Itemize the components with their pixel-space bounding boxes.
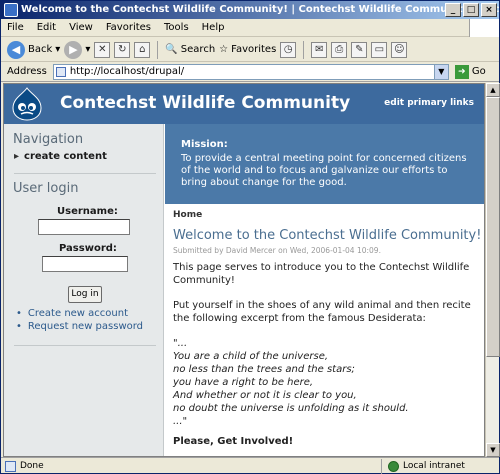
breadcrumb[interactable]: Home bbox=[173, 210, 476, 220]
drupal-logo-icon[interactable] bbox=[9, 86, 45, 122]
address-dropdown-icon[interactable]: ▼ bbox=[433, 64, 448, 79]
menu-help[interactable]: Help bbox=[202, 22, 225, 33]
site-name[interactable]: Contechst Wildlife Community bbox=[60, 93, 350, 113]
messenger-icon[interactable]: ☺ bbox=[391, 41, 408, 58]
status-zone: Local intranet bbox=[381, 458, 465, 474]
quote-line: And whether or not it is clear to you, bbox=[173, 390, 357, 401]
quote-line: no less than the trees and the stars; bbox=[173, 364, 355, 375]
sidebar-divider bbox=[14, 173, 156, 174]
menu-favorites[interactable]: Favorites bbox=[106, 22, 151, 33]
site-header: Contechst Wildlife Community edit primar… bbox=[4, 84, 484, 124]
toolbar-separator bbox=[303, 40, 305, 59]
lead-paragraph: Put yourself in the shoes of any wild an… bbox=[173, 300, 471, 324]
menu-edit[interactable]: Edit bbox=[37, 22, 56, 33]
username-field[interactable] bbox=[38, 219, 130, 235]
zone-text: Local intranet bbox=[403, 461, 465, 471]
menu-bar: File Edit View Favorites Tools Help bbox=[1, 19, 499, 37]
history-icon[interactable]: ◷ bbox=[280, 41, 297, 58]
browser-window: Welcome to the Contechst Wildlife Commun… bbox=[0, 0, 500, 474]
minimize-button[interactable]: _ bbox=[445, 3, 461, 17]
edit-primary-links[interactable]: edit primary links bbox=[384, 98, 474, 108]
stop-icon[interactable]: ✕ bbox=[94, 41, 111, 58]
star-icon: ☆ bbox=[219, 44, 229, 55]
favorites-label: Favorites bbox=[231, 44, 277, 55]
address-label: Address bbox=[7, 66, 47, 77]
ie-icon bbox=[4, 3, 18, 17]
request-password-link[interactable]: Request new password bbox=[16, 321, 143, 332]
back-arrow-icon: ◀ bbox=[7, 40, 25, 59]
status-left: Done bbox=[1, 460, 381, 472]
toolbar: ◀ Back ▾ ▶ ▾ ✕ ↻ ⌂ 🔍 Search ☆ Favorites … bbox=[1, 38, 499, 62]
status-text: Done bbox=[20, 461, 44, 471]
user-login-title: User login bbox=[13, 181, 79, 196]
forward-arrow-icon: ▶ bbox=[64, 40, 83, 59]
page-done-icon bbox=[5, 460, 16, 472]
login-button[interactable]: Log in bbox=[68, 286, 102, 303]
menu-tools[interactable]: Tools bbox=[164, 22, 189, 33]
discuss-icon[interactable]: ▭ bbox=[371, 41, 388, 58]
quote-line: You are a child of the universe, bbox=[173, 351, 329, 362]
mission-box: Mission: To provide a central meeting po… bbox=[165, 124, 484, 204]
submitted-info: Submitted by David Mercer on Wed, 2006-0… bbox=[173, 246, 381, 255]
quote-line: "... bbox=[173, 338, 188, 349]
back-label: Back bbox=[28, 44, 53, 55]
toolbar-separator bbox=[157, 40, 159, 59]
password-label: Password: bbox=[59, 243, 117, 254]
quote-line: no doubt the universe is unfolding as it… bbox=[173, 403, 409, 414]
page-viewport: Contechst Wildlife Community edit primar… bbox=[3, 83, 485, 457]
go-button[interactable]: ➜ Go bbox=[454, 64, 486, 79]
edit-icon[interactable]: ✎ bbox=[351, 41, 368, 58]
maximize-button[interactable]: □ bbox=[463, 3, 479, 17]
forward-button[interactable]: ▶ ▾ bbox=[64, 40, 90, 59]
go-label: Go bbox=[471, 66, 486, 77]
window-title: Welcome to the Contechst Wildlife Commun… bbox=[21, 4, 499, 15]
search-label: Search bbox=[180, 44, 216, 55]
mission-text: To provide a central meeting point for c… bbox=[181, 153, 467, 188]
menu-file[interactable]: File bbox=[7, 22, 24, 33]
close-button[interactable]: × bbox=[481, 3, 497, 17]
intro-paragraph: This page serves to introduce you to the… bbox=[173, 262, 470, 286]
search-icon: 🔍 bbox=[165, 44, 178, 55]
quote-line: ..." bbox=[173, 416, 188, 427]
password-field[interactable] bbox=[42, 256, 128, 272]
forward-dropdown-icon[interactable]: ▾ bbox=[85, 44, 90, 55]
nav-create-content[interactable]: create content bbox=[14, 151, 107, 162]
page-icon bbox=[55, 66, 66, 77]
menu-view[interactable]: View bbox=[69, 22, 93, 33]
title-bar: Welcome to the Contechst Wildlife Commun… bbox=[1, 1, 499, 19]
navigation-title: Navigation bbox=[13, 132, 84, 147]
vertical-scrollbar[interactable]: ▲ ▼ bbox=[485, 83, 500, 457]
create-account-link[interactable]: Create new account bbox=[16, 308, 128, 319]
address-url: http://localhost/drupal/ bbox=[69, 65, 185, 77]
scroll-up-icon[interactable]: ▲ bbox=[486, 83, 500, 97]
go-arrow-icon: ➜ bbox=[454, 64, 469, 79]
back-button[interactable]: ◀ Back ▾ bbox=[7, 40, 60, 59]
intranet-icon bbox=[388, 460, 399, 472]
desiderata-quote: "... You are a child of the universe, no… bbox=[173, 337, 476, 428]
scroll-down-icon[interactable]: ▼ bbox=[486, 443, 500, 457]
address-input[interactable]: http://localhost/drupal/ ▼ bbox=[52, 63, 449, 80]
back-dropdown-icon[interactable]: ▾ bbox=[55, 44, 60, 55]
print-icon[interactable]: ⎙ bbox=[331, 41, 348, 58]
favorites-button[interactable]: ☆ Favorites bbox=[219, 44, 276, 55]
get-involved-heading: Please, Get Involved! bbox=[173, 436, 294, 447]
sidebar: Navigation create content User login Use… bbox=[4, 124, 164, 456]
window-controls: _ □ × bbox=[445, 3, 497, 17]
scroll-thumb[interactable] bbox=[486, 97, 500, 357]
windows-logo-icon bbox=[469, 19, 499, 37]
quote-line: you have a right to be here, bbox=[173, 377, 314, 388]
mail-icon[interactable]: ✉ bbox=[311, 41, 328, 58]
home-icon[interactable]: ⌂ bbox=[134, 41, 151, 58]
page-title[interactable]: Welcome to the Contechst Wildlife Commun… bbox=[173, 228, 481, 243]
main-content: Home Welcome to the Contechst Wildlife C… bbox=[165, 204, 484, 456]
search-button[interactable]: 🔍 Search bbox=[165, 44, 215, 55]
refresh-icon[interactable]: ↻ bbox=[114, 41, 131, 58]
status-bar: Done Local intranet bbox=[1, 457, 499, 474]
username-label: Username: bbox=[57, 206, 118, 217]
sidebar-divider bbox=[14, 345, 156, 346]
mission-title: Mission: bbox=[181, 139, 228, 150]
address-bar: Address http://localhost/drupal/ ▼ ➜ Go bbox=[1, 62, 499, 82]
